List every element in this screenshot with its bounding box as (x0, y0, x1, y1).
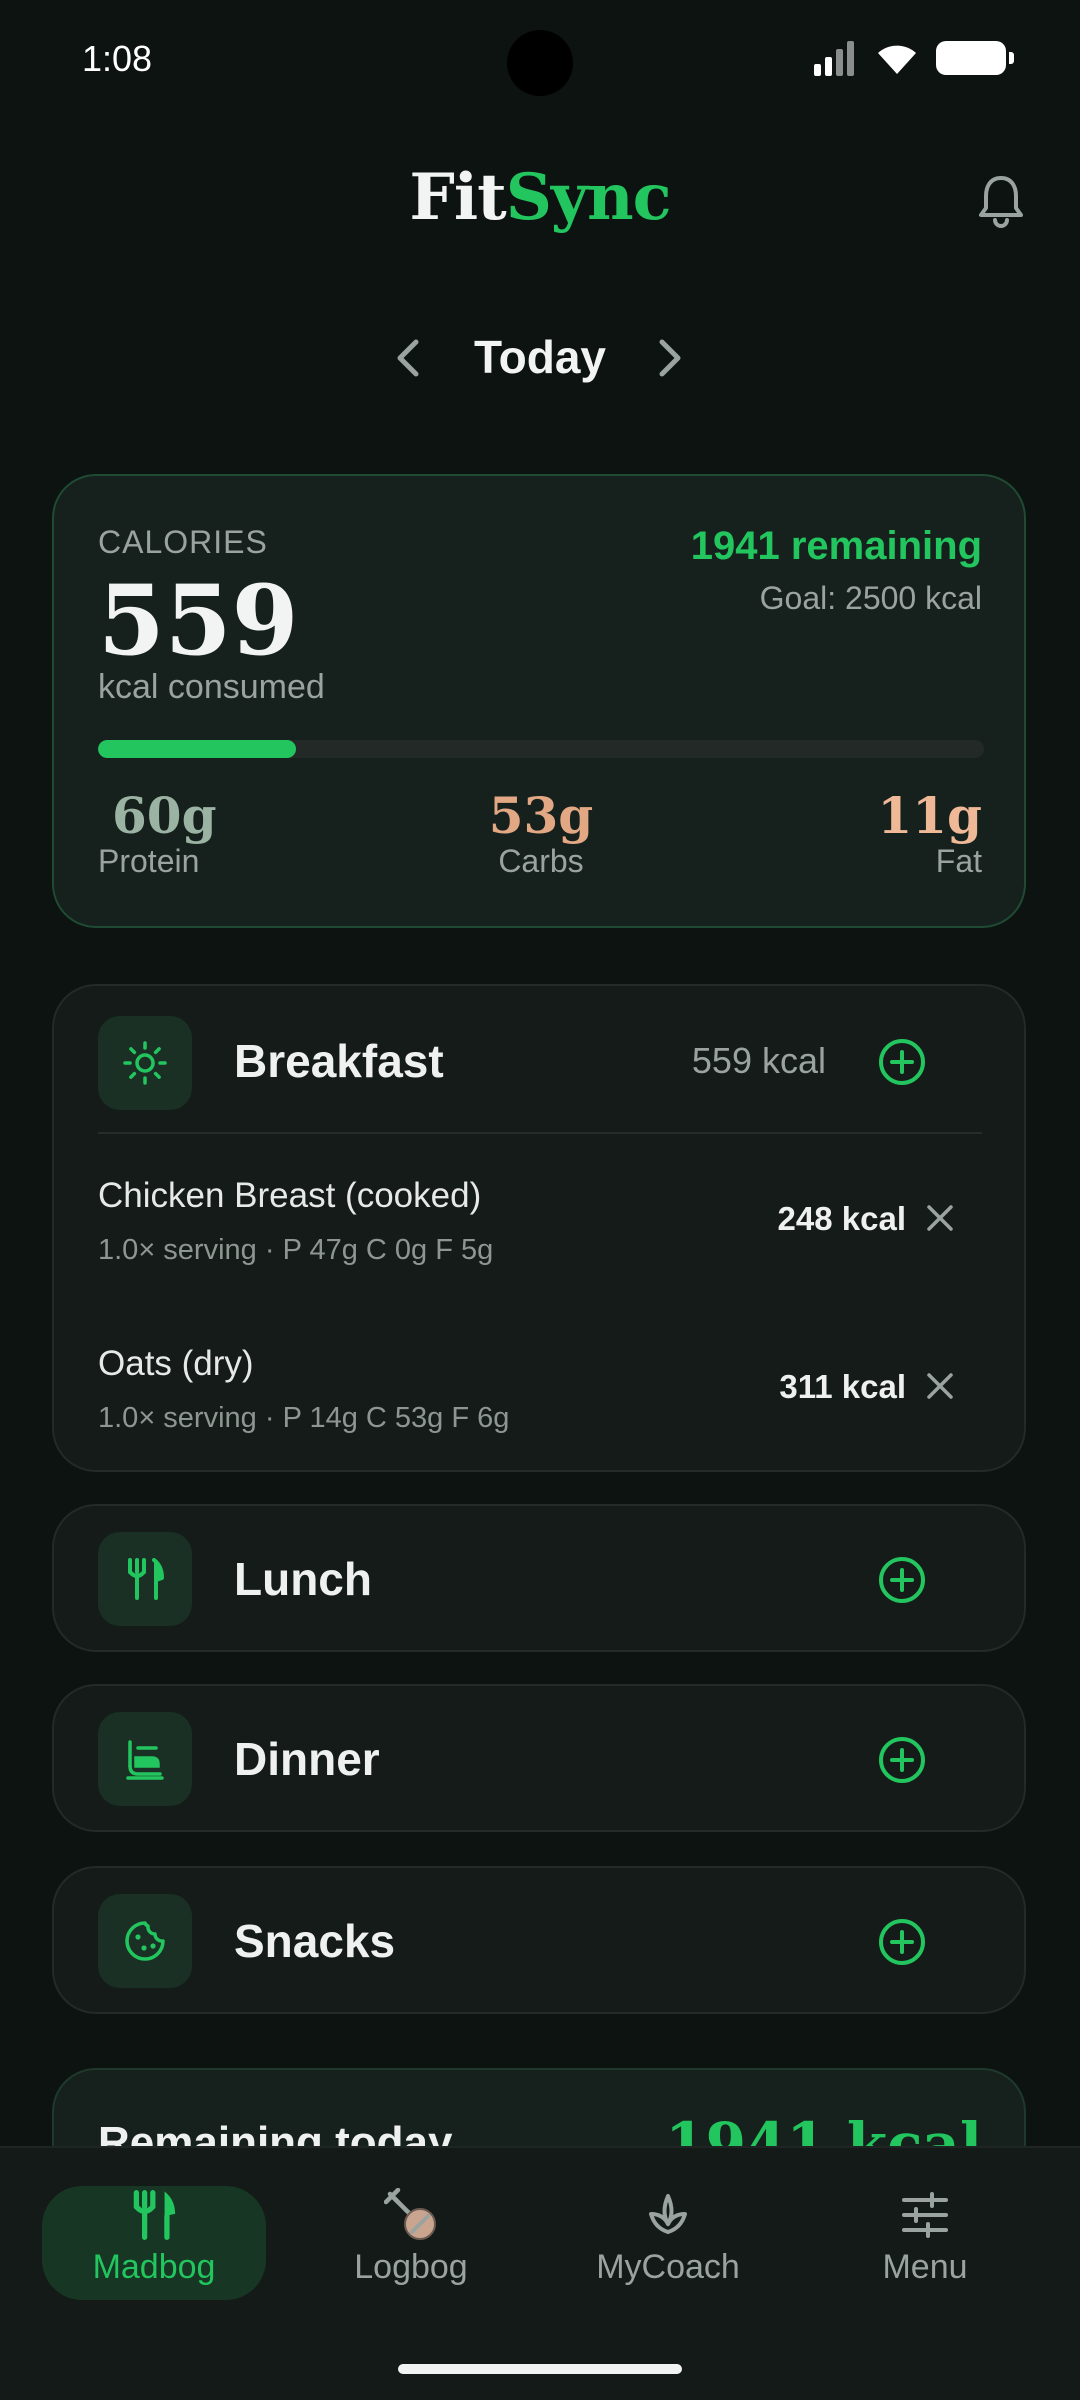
add-food-button[interactable] (876, 1554, 928, 1606)
calories-card: CALORIES 559 kcal consumed 1941 remainin… (52, 474, 1026, 928)
nav-label: Madbog (92, 2248, 216, 2286)
nav-item-menu[interactable]: Menu (813, 2186, 1037, 2300)
sprout-icon (649, 2194, 687, 2234)
nav-item-madbog[interactable]: Madbog (42, 2186, 266, 2300)
meal-title: Lunch (234, 1553, 372, 1605)
food-detail: 1.0× serving · P 14g C 53g F 6g (98, 1402, 510, 1434)
food-kcal: 311 kcal (779, 1368, 906, 1405)
app-logo: FitSync (0, 160, 1080, 235)
date-label: Today (473, 331, 607, 383)
meal-card-breakfast: Breakfast 559 kcal Chicken Breast (cooke… (52, 984, 1026, 1472)
meal-icon-box (98, 1894, 192, 1988)
meal-title: Dinner (234, 1733, 380, 1785)
meal-card-lunch[interactable]: Lunch (52, 1504, 1026, 1652)
food-name: Oats (dry) (98, 1344, 254, 1383)
calories-consumed-label: kcal consumed (98, 668, 325, 706)
utensils-icon (128, 1558, 164, 1600)
macro-value: 11g (877, 786, 982, 845)
food-name: Chicken Breast (cooked) (98, 1176, 482, 1215)
meal-icon-box (98, 1712, 192, 1806)
date-navigator: Today (0, 322, 1080, 394)
status-bar: 1:08 (0, 0, 1080, 120)
divider (98, 1132, 982, 1134)
meal-icon-box (98, 1532, 192, 1626)
brand-sync: Sync (505, 160, 672, 235)
nav-label: Logbog (354, 2248, 468, 2286)
battery-icon (936, 41, 1014, 75)
nav-label: Menu (882, 2248, 968, 2286)
signal-icon (814, 41, 854, 76)
nav-label: MyCoach (596, 2248, 740, 2286)
close-icon[interactable] (924, 1370, 956, 1402)
nav-item-logbog[interactable]: Logbog (299, 2186, 523, 2300)
front-camera (507, 30, 573, 96)
food-kcal: 248 kcal (777, 1200, 906, 1237)
status-time: 1:08 (82, 38, 153, 79)
food-detail: 1.0× serving · P 47g C 0g F 5g (98, 1234, 494, 1266)
add-food-button[interactable] (876, 1916, 928, 1968)
close-icon[interactable] (924, 1202, 956, 1234)
meal-card-snacks[interactable]: Snacks (52, 1866, 1026, 2014)
cooking-pot-icon (126, 1740, 164, 1780)
brand-fit: Fit (409, 160, 506, 235)
status-icons (812, 40, 1014, 76)
chevron-right-icon[interactable] (652, 336, 688, 380)
meal-icon-box (98, 1016, 192, 1110)
calories-progress-fill (98, 740, 297, 758)
home-indicator[interactable] (398, 2364, 682, 2374)
utensils-icon (133, 2190, 176, 2240)
macro-label: Fat (935, 843, 982, 879)
meal-kcal: 559 kcal (691, 1040, 826, 1081)
macro-fat: 11g Fat (877, 786, 982, 880)
dumbbell-icon (384, 2188, 436, 2240)
add-food-button[interactable] (876, 1734, 928, 1786)
calories-label: CALORIES (98, 524, 268, 560)
sliders-icon (902, 2192, 948, 2238)
bottom-nav: Madbog Logbog MyCoach Menu (0, 2146, 1080, 2400)
meal-card-dinner[interactable]: Dinner (52, 1684, 1026, 1832)
calories-progress-bar (98, 740, 984, 758)
sun-icon (123, 1041, 167, 1085)
nav-item-mycoach[interactable]: MyCoach (556, 2186, 780, 2300)
calories-goal: Goal: 2500 kcal (759, 580, 982, 616)
add-food-button[interactable] (876, 1036, 928, 1088)
calories-remaining: 1941 remaining (690, 524, 982, 568)
cookie-icon (125, 1921, 165, 1961)
calories-consumed: 559 (98, 564, 299, 677)
bell-icon[interactable] (976, 172, 1026, 228)
meal-title: Breakfast (234, 1035, 444, 1087)
meal-title: Snacks (234, 1915, 396, 1967)
wifi-icon (878, 45, 916, 74)
